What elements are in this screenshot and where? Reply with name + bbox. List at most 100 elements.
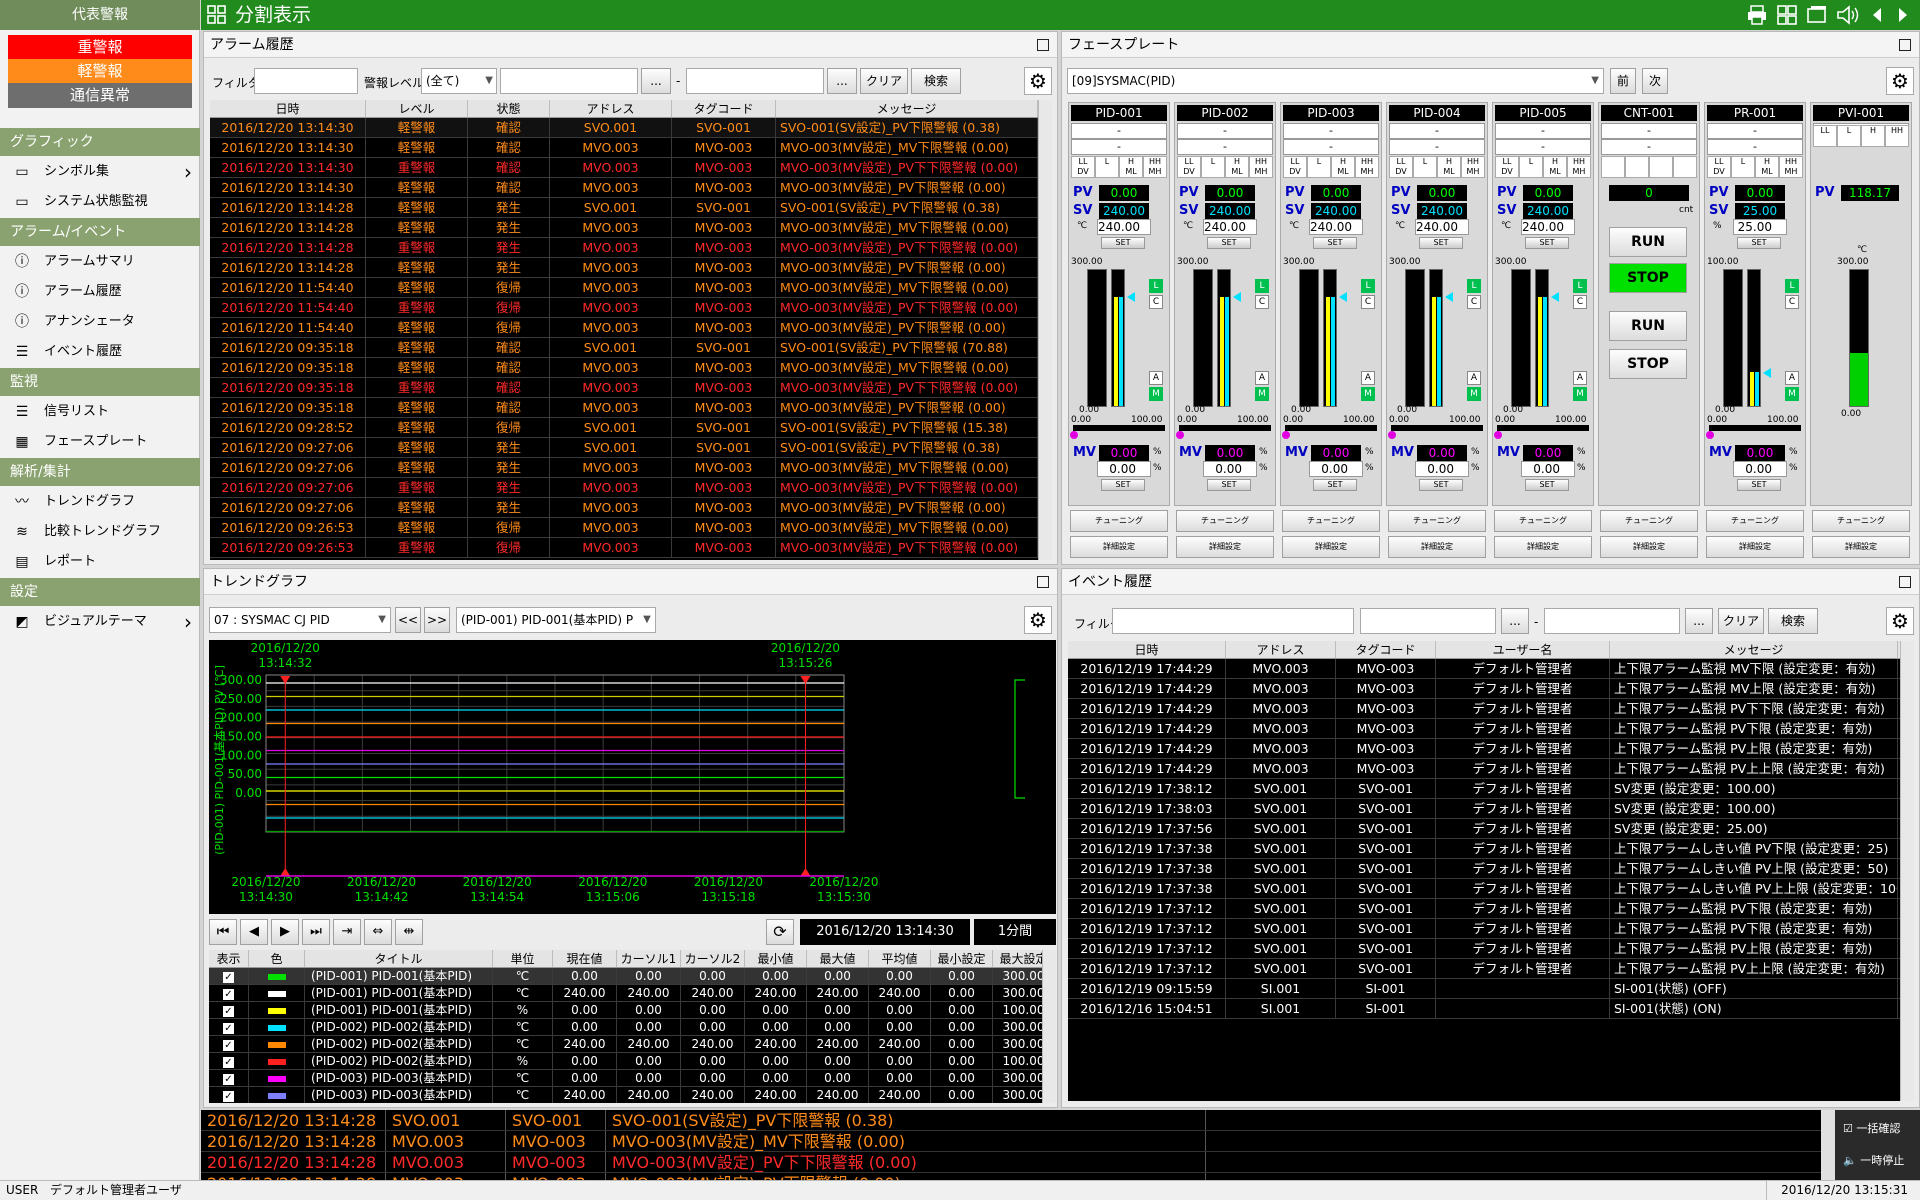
tuning-button[interactable]: チューニング [1812,510,1910,532]
manual-button[interactable]: M [1467,387,1481,401]
sv-setpoint-input[interactable]: 240.00 [1521,219,1575,235]
table-row[interactable]: 2016/12/19 17:37:56 SVO.001 SVO-001 デフォルト管理… [1068,819,1914,839]
maximize-icon[interactable] [1899,576,1911,588]
prev-icon[interactable] [1868,4,1886,26]
detail-settings-button[interactable]: 詳細設定 [1494,536,1592,558]
local-button[interactable]: L [1467,279,1481,293]
auto-button[interactable]: A [1149,371,1163,385]
column-header[interactable]: ユーザー名 [1436,641,1610,658]
table-row[interactable]: 2016/12/19 17:44:29 MVO.003 MVO-003 デフォルト管理… [1068,739,1914,759]
mv-slider[interactable] [1179,425,1271,431]
table-row[interactable]: 2016/12/19 17:44:29 MVO.003 MVO-003 デフォルト管理… [1068,699,1914,719]
table-row[interactable]: 2016/12/20 11:54:40 軽警報 復帰 MVO.003 MVO-003 MV… [210,318,1052,338]
to-cursor-icon[interactable]: ⇥ [333,919,361,945]
stop-button[interactable]: STOP [1609,263,1687,293]
step-forward-icon[interactable]: ▶ [271,919,299,945]
series-color[interactable] [249,968,305,984]
date-to-input[interactable] [686,68,824,94]
mv-slider-handle[interactable] [1388,431,1396,439]
detail-settings-button[interactable]: 詳細設定 [1812,536,1910,558]
sv-set-button[interactable]: SET [1737,237,1781,249]
column-header[interactable]: 日時 [210,100,366,117]
table-row[interactable]: 2016/12/19 17:38:12 SVO.001 SVO-001 デフォルト管理… [1068,779,1914,799]
mv-set-button[interactable]: SET [1525,479,1569,491]
table-row[interactable]: 2016/12/20 13:14:28 軽警報 発生 MVO.003 MVO-003 MV… [210,258,1052,278]
sv-setpoint-input[interactable]: 240.00 [1203,219,1257,235]
table-row[interactable]: 2016/12/20 13:14:30 軽警報 確認 MVO.003 MVO-003 MV… [210,138,1052,158]
manual-button[interactable]: M [1785,387,1799,401]
table-row[interactable]: 2016/12/20 13:14:30 重警報 確認 MVO.003 MVO-003 MV… [210,158,1052,178]
mv-slider[interactable] [1073,425,1165,431]
cascade-button[interactable]: C [1361,295,1375,309]
clear-button[interactable]: クリア [860,68,908,94]
speaker-icon[interactable] [1836,4,1860,26]
tuning-button[interactable]: チューニング [1600,510,1698,532]
visible-checkbox[interactable]: ✓ [209,1019,249,1035]
table-row[interactable]: 2016/12/20 11:54:40 軽警報 復帰 MVO.003 MVO-003 MV… [210,278,1052,298]
trend-next-button[interactable]: >> [424,607,450,633]
pause-button[interactable]: 🔈 一時停止 [1843,1152,1904,1168]
sidebar-item[interactable]: ☰ 信号リスト [0,398,200,426]
tuning-button[interactable]: チューニング [1494,510,1592,532]
table-row[interactable]: ✓ (PID-001) PID-001(基本PID) ℃ 0.00 0.00 0.00 0.… [209,968,1056,985]
table-row[interactable]: ✓ (PID-003) PID-003(基本PID) ℃ 240.00 240.00 24… [209,1087,1056,1103]
table-row[interactable]: 2016/12/20 09:35:18 軽警報 確認 MVO.003 MVO-003 MV… [210,398,1052,418]
tuning-button[interactable]: チューニング [1070,510,1168,532]
mv-slider-handle[interactable] [1282,431,1290,439]
sv-set-button[interactable]: SET [1207,237,1251,249]
table-row[interactable]: 2016/12/19 17:38:03 SVO.001 SVO-001 デフォルト管理… [1068,799,1914,819]
column-header[interactable]: アドレス [1226,641,1336,658]
sidebar-item[interactable]: ≋ 比較トレンドグラフ [0,518,200,546]
visible-checkbox[interactable]: ✓ [209,1070,249,1086]
printer-icon[interactable] [1746,4,1768,26]
series-color[interactable] [249,1070,305,1086]
settings-gear-icon[interactable]: ⚙ [1886,607,1914,635]
search-button[interactable]: 検索 [911,68,961,94]
visible-checkbox[interactable]: ✓ [209,985,249,1001]
sidebar-item[interactable]: ▦ フェースプレート [0,428,200,456]
table-row[interactable]: ✓ (PID-001) PID-001(基本PID) ℃ 240.00 240.00 24… [209,985,1056,1002]
date-to-input[interactable] [1544,608,1680,634]
detail-settings-button[interactable]: 詳細設定 [1706,536,1804,558]
search-button[interactable]: 検索 [1768,608,1818,634]
detail-settings-button[interactable]: 詳細設定 [1176,536,1274,558]
table-row[interactable]: ✓ (PID-002) PID-002(基本PID)% 0.00 0.00 0.00 0.… [209,1053,1056,1070]
series-color[interactable] [249,1036,305,1052]
clear-button[interactable]: クリア [1718,608,1764,634]
auto-button[interactable]: A [1255,371,1269,385]
column-header[interactable]: 状態 [468,100,550,117]
mv-set-button[interactable]: SET [1101,479,1145,491]
table-row[interactable]: 2016/12/16 15:04:51 SI.001 SI-001 SI-001(状態… [1068,999,1914,1019]
table-row[interactable]: 2016/12/19 17:37:38 SVO.001 SVO-001 デフォルト管理… [1068,879,1914,899]
fast-forward-icon[interactable]: ⏭ [302,919,330,945]
sv-setpoint-input[interactable]: 240.00 [1097,219,1151,235]
mv-slider[interactable] [1391,425,1483,431]
date-from-input[interactable] [500,68,638,94]
maximize-icon[interactable] [1899,39,1911,51]
local-button[interactable]: L [1149,279,1163,293]
mv-set-button[interactable]: SET [1207,479,1251,491]
table-row[interactable]: 2016/12/20 09:35:18 重警報 確認 MVO.003 MVO-003 MV… [210,378,1052,398]
sv-setpoint-input[interactable]: 240.00 [1309,219,1363,235]
table-row[interactable]: ✓ (PID-002) PID-002(基本PID) ℃ 240.00 240.00 24… [209,1036,1056,1053]
table-row[interactable]: 2016/12/19 17:37:38 SVO.001 SVO-001 デフォルト管理… [1068,859,1914,879]
detail-settings-button[interactable]: 詳細設定 [1070,536,1168,558]
visible-checkbox[interactable]: ✓ [209,1087,249,1103]
sv-setpoint-input[interactable]: 240.00 [1415,219,1469,235]
table-row[interactable]: 2016/12/19 17:44:29 MVO.003 MVO-003 デフォルト管理… [1068,679,1914,699]
cascade-button[interactable]: C [1573,295,1587,309]
mv-set-button[interactable]: SET [1419,479,1463,491]
table-row[interactable]: 2016/12/20 09:27:06 軽警報 発生 MVO.003 MVO-003 MV… [210,458,1052,478]
auto-button[interactable]: A [1573,371,1587,385]
filter-input[interactable] [254,68,358,94]
sv-setpoint-input[interactable]: 25.00 [1733,219,1787,235]
stop-button[interactable]: STOP [1609,349,1687,379]
table-row[interactable]: 2016/12/19 17:37:12 SVO.001 SVO-001 デフォルト管理… [1068,939,1914,959]
series-color[interactable] [249,985,305,1001]
mv-slider[interactable] [1497,425,1589,431]
column-header[interactable]: タグコード [1336,641,1436,658]
ack-all-button[interactable]: ☑ 一括確認 [1843,1120,1900,1136]
table-row[interactable]: 2016/12/20 09:35:18 軽警報 確認 MVO.003 MVO-003 MV… [210,358,1052,378]
table-row[interactable]: 2016/12/19 17:37:12 SVO.001 SVO-001 デフォルト管理… [1068,959,1914,979]
local-button[interactable]: L [1573,279,1587,293]
